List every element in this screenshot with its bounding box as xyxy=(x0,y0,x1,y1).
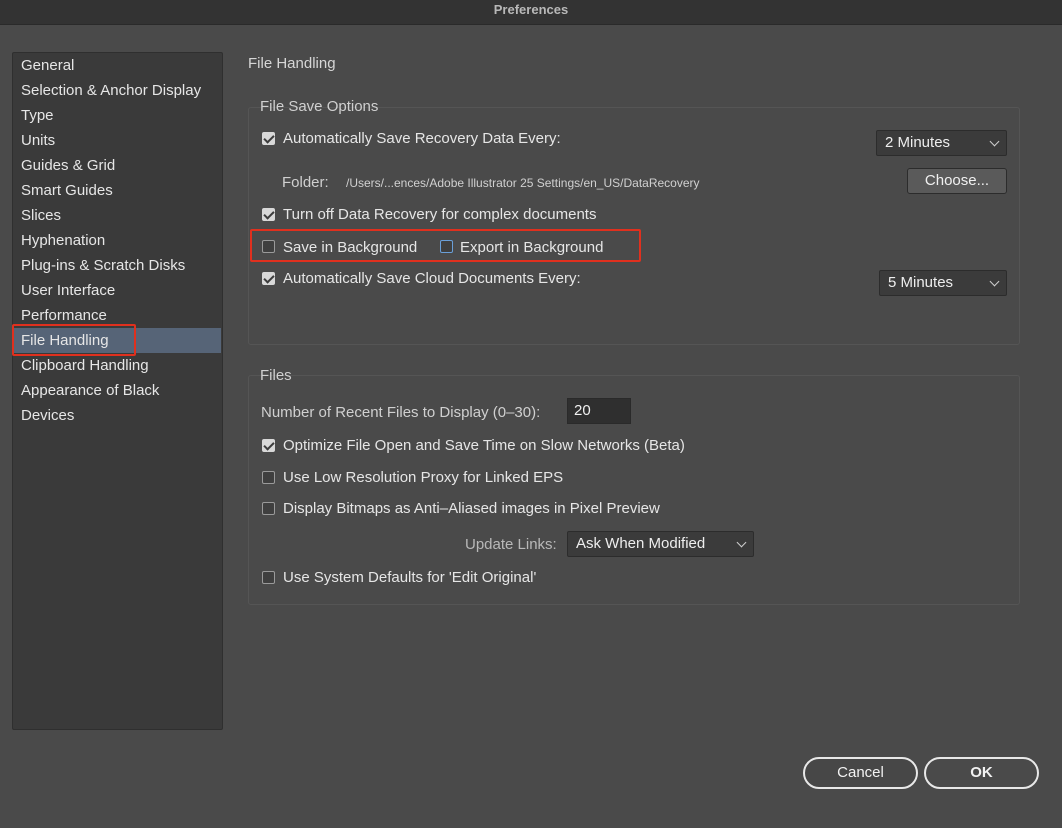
window-title: Preferences xyxy=(0,0,1062,25)
files-title: Files xyxy=(260,367,292,384)
preferences-sidebar: General Selection & Anchor Display Type … xyxy=(12,52,223,730)
folder-label: Folder: xyxy=(282,174,329,191)
recent-files-label: Number of Recent Files to Display (0–30)… xyxy=(261,404,541,421)
sidebar-item-user-interface[interactable]: User Interface xyxy=(14,278,221,303)
chevron-down-icon xyxy=(736,537,747,548)
turn-off-recovery-label: Turn off Data Recovery for complex docum… xyxy=(283,206,597,223)
auto-save-recovery-label: Automatically Save Recovery Data Every: xyxy=(283,130,561,147)
update-links-dropdown[interactable]: Ask When Modified xyxy=(567,531,754,557)
sidebar-item-units[interactable]: Units xyxy=(14,128,221,153)
anti-aliased-checkbox[interactable] xyxy=(262,502,275,515)
sidebar-item-slices[interactable]: Slices xyxy=(14,203,221,228)
optimize-file-open-checkbox[interactable] xyxy=(262,439,275,452)
chevron-down-icon xyxy=(989,276,1000,287)
choose-folder-button[interactable]: Choose... xyxy=(907,168,1007,194)
auto-save-recovery-checkbox[interactable] xyxy=(262,132,275,145)
chevron-down-icon xyxy=(989,136,1000,147)
sidebar-item-type[interactable]: Type xyxy=(14,103,221,128)
sidebar-item-selection-anchor-display[interactable]: Selection & Anchor Display xyxy=(14,78,221,103)
optimize-file-open-label: Optimize File Open and Save Time on Slow… xyxy=(283,437,685,454)
sidebar-item-guides-grid[interactable]: Guides & Grid xyxy=(14,153,221,178)
file-save-options-title: File Save Options xyxy=(260,98,379,115)
low-res-proxy-label: Use Low Resolution Proxy for Linked EPS xyxy=(283,469,564,486)
auto-save-cloud-label: Automatically Save Cloud Documents Every… xyxy=(283,270,581,287)
sidebar-item-plugins-scratch-disks[interactable]: Plug-ins & Scratch Disks xyxy=(14,253,221,278)
page-title: File Handling xyxy=(248,55,336,72)
sidebar-item-clipboard-handling[interactable]: Clipboard Handling xyxy=(14,353,221,378)
system-defaults-checkbox[interactable] xyxy=(262,571,275,584)
recovery-interval-value: 2 Minutes xyxy=(885,134,951,151)
cloud-interval-dropdown[interactable]: 5 Minutes xyxy=(879,270,1007,296)
cancel-button[interactable]: Cancel xyxy=(803,757,918,789)
cloud-interval-value: 5 Minutes xyxy=(888,274,954,291)
auto-save-cloud-checkbox[interactable] xyxy=(262,272,275,285)
system-defaults-label: Use System Defaults for 'Edit Original' xyxy=(283,569,537,586)
sidebar-item-appearance-of-black[interactable]: Appearance of Black xyxy=(14,378,221,403)
sidebar-item-devices[interactable]: Devices xyxy=(14,403,221,428)
recent-files-input[interactable]: 20 xyxy=(567,398,631,424)
file-handling-highlight-box xyxy=(12,324,136,356)
anti-aliased-label: Display Bitmaps as Anti–Aliased images i… xyxy=(283,500,660,517)
folder-path: /Users/...ences/Adobe Illustrator 25 Set… xyxy=(346,176,700,190)
sidebar-item-general[interactable]: General xyxy=(14,53,221,78)
recovery-interval-dropdown[interactable]: 2 Minutes xyxy=(876,130,1007,156)
sidebar-item-smart-guides[interactable]: Smart Guides xyxy=(14,178,221,203)
update-links-label: Update Links: xyxy=(465,536,557,553)
background-options-highlight-box xyxy=(250,229,641,262)
low-res-proxy-checkbox[interactable] xyxy=(262,471,275,484)
ok-button[interactable]: OK xyxy=(924,757,1039,789)
update-links-value: Ask When Modified xyxy=(576,535,706,552)
turn-off-recovery-checkbox[interactable] xyxy=(262,208,275,221)
sidebar-item-hyphenation[interactable]: Hyphenation xyxy=(14,228,221,253)
